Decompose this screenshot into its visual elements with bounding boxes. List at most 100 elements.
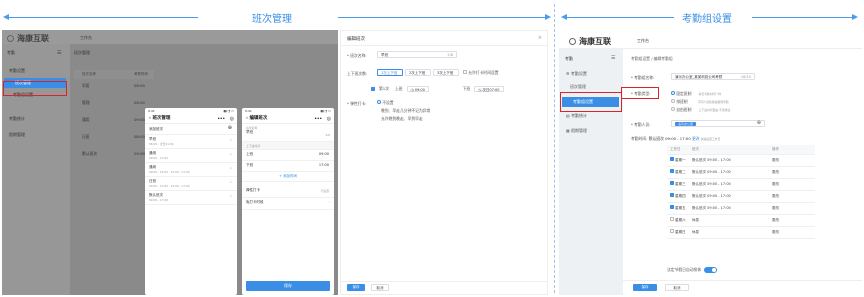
add-circle-icon[interactable]: ⊕ xyxy=(228,125,232,132)
flex-option-late[interactable]: 晚到、早走几分钟不记为异常 xyxy=(381,108,430,114)
change-link[interactable]: 更改 xyxy=(769,154,815,167)
type-free[interactable]: 自由班制 上下班时间自由,不需排班 xyxy=(671,107,730,113)
times-option-1[interactable]: 1次上下班 xyxy=(377,69,403,76)
left-side-item-settings[interactable]: 考勤设置 xyxy=(2,66,70,76)
flex-option-none[interactable]: 不设置 xyxy=(377,100,394,106)
left-table-row[interactable]: 通用 xyxy=(82,117,90,123)
type-shift[interactable]: 排班制 不同人员按排班规则考勤 xyxy=(671,99,729,105)
change-link[interactable]: 更改 xyxy=(769,202,815,215)
dialog-free-checkbox[interactable]: 允许打卡时间设置 xyxy=(463,70,499,76)
list-item[interactable]: 通用 09:00 - 12:00 · 13:00 - 17:00 ▫ xyxy=(145,163,237,177)
phone2-save-button[interactable]: 保存 xyxy=(246,281,330,291)
holiday-toggle[interactable] xyxy=(704,267,718,273)
type-fixed[interactable]: 固定班制 每天考勤时间一样 xyxy=(671,91,721,97)
table-row[interactable]: 星期四 默认班次 09:00 - 17:00 更改 xyxy=(667,190,815,203)
checkbox-icon[interactable] xyxy=(670,229,674,233)
member-tag[interactable]: 演示办公室 xyxy=(675,122,697,126)
phone2-flex-row[interactable]: 弹性打卡 不设置 xyxy=(242,186,334,198)
dialog-off-time[interactable]: ◷ 次日07:00 xyxy=(474,86,505,92)
edit-icon[interactable]: ▫ xyxy=(230,152,232,156)
highlight-groups-menu xyxy=(560,92,622,112)
left-table-row[interactable]: 日班 xyxy=(82,134,90,140)
phone2-on-row[interactable]: 上班 09:00 xyxy=(242,150,334,161)
table-row[interactable]: 星期三 默认班次 09:00 - 17:00 更改 xyxy=(667,178,815,191)
radio-icon[interactable] xyxy=(671,107,675,111)
table-row[interactable]: 星期一 默认班次 09:00 - 17:00 更改 xyxy=(667,154,815,167)
phone2-add-time[interactable]: + 添加时间 xyxy=(242,172,334,182)
left-workspace[interactable]: 工作台 xyxy=(80,35,92,41)
dialog-on-time[interactable]: ◷ 09:00 xyxy=(406,86,429,92)
edit-icon[interactable]: ▫ xyxy=(230,138,232,142)
group-name-input[interactable]: 演示办公室_某某科技公司考勤 18/15 xyxy=(671,73,755,80)
table-row[interactable]: 星期六 休息 更改 xyxy=(667,214,815,227)
phone2-off-row[interactable]: 下班 17:00 xyxy=(242,161,334,172)
left-table-row[interactable]: 管理 xyxy=(82,100,90,106)
edit-icon[interactable]: ▫ xyxy=(230,166,232,170)
checkbox-checked-icon[interactable] xyxy=(670,193,674,197)
times-option-3[interactable]: 3次上下班 xyxy=(433,69,459,76)
list-item[interactable]: 早班 06:00 - 次日01:00 ▫ xyxy=(145,135,237,149)
left-side-item-stats[interactable]: 考勤统计 xyxy=(2,114,70,124)
change-link[interactable]: 更改 xyxy=(769,190,815,203)
checkbox-checked-icon[interactable] xyxy=(670,169,674,173)
target-icon[interactable]: ◎ xyxy=(327,114,331,124)
brand-logo-icon xyxy=(569,38,576,45)
radio-icon[interactable] xyxy=(671,99,675,103)
menu-toggle-icon[interactable]: ☰ xyxy=(57,50,61,56)
table-row[interactable]: 星期二 默认班次 09:00 - 17:00 更改 xyxy=(667,166,815,179)
radio-selected-icon[interactable] xyxy=(671,91,675,95)
dialog-cancel-button[interactable]: 取消 xyxy=(371,284,389,291)
left-side-item-leave[interactable]: 假期管理 xyxy=(2,130,70,140)
checkbox-checked-icon[interactable] xyxy=(670,205,674,209)
phone2-name-value[interactable]: 早班 xyxy=(246,130,330,135)
dialog-save-button[interactable]: 保存 xyxy=(347,284,365,291)
change-link[interactable]: 更改 xyxy=(769,214,815,227)
phone1-add-row[interactable]: 添加班次 ⊕ xyxy=(145,124,237,135)
phone2-name-row[interactable]: 班次名称 早班 2/8 xyxy=(242,124,334,142)
right-side-item-settings[interactable]: ⚙ 考勤设置 xyxy=(559,69,623,79)
checkbox-checked-icon[interactable] xyxy=(371,87,375,91)
workday-table: 工作日 班次 操作 星期一 默认班次 09:00 - 17:00 更改 星期二 默认班… xyxy=(667,145,815,239)
menu-toggle-icon[interactable]: ☰ xyxy=(611,55,615,61)
right-side-item-shifts[interactable]: 班次管理 xyxy=(559,82,623,92)
checkbox-checked-icon[interactable] xyxy=(670,157,674,161)
checkbox-icon[interactable] xyxy=(670,217,674,221)
members-input[interactable]: 演示办公室 ⊕ xyxy=(671,120,765,127)
edit-icon[interactable]: ▫ xyxy=(230,180,232,184)
left-table-row[interactable]: 默认班次 xyxy=(82,151,97,157)
change-link[interactable]: 更改 xyxy=(769,226,815,239)
right-side-item-leave[interactable]: ▦ 假期管理 xyxy=(559,126,623,136)
times-option-2[interactable]: 2次上下班 xyxy=(405,69,431,76)
change-link[interactable]: 更改 xyxy=(769,178,815,191)
right-save-button[interactable]: 保存 xyxy=(633,284,657,291)
list-item[interactable]: 通用 09:00 - 17:00 ▫ xyxy=(145,149,237,163)
back-icon[interactable]: ‹ xyxy=(246,116,248,121)
target-icon[interactable]: ◎ xyxy=(230,114,234,124)
right-topbar: 海康互联 工作台 xyxy=(559,30,862,49)
col-shift: 班次 xyxy=(689,145,769,155)
radio-selected-icon[interactable] xyxy=(377,100,381,104)
add-member-icon[interactable]: ⊕ xyxy=(757,120,761,126)
brand-logo-icon xyxy=(7,35,14,42)
more-icon[interactable]: ••• xyxy=(217,114,225,124)
edit-icon[interactable]: ▫ xyxy=(230,194,232,198)
more-icon[interactable]: ••• xyxy=(314,114,322,124)
dialog-name-input[interactable]: 早班 2/8 xyxy=(377,51,457,58)
right-cancel-button[interactable]: 取消 xyxy=(665,284,689,291)
edit-shift-dialog: 编辑班次 × * 班次名称: 早班 2/8 上下班次数: 1次上下班 2次上下班 … xyxy=(340,30,548,295)
list-item[interactable]: 默认班次 09:00 - 17:00 ▫ xyxy=(145,191,237,205)
table-row[interactable]: 星期五 默认班次 09:00 - 17:00 更改 xyxy=(667,202,815,215)
close-icon[interactable]: × xyxy=(538,35,542,41)
list-item[interactable]: 日班 09:00 - 11:00 · 13:00 - 17:00 ▫ xyxy=(145,177,237,191)
left-table-row[interactable]: 早班 xyxy=(82,83,90,89)
right-workspace[interactable]: 工作台 xyxy=(637,38,649,44)
table-row[interactable]: 星期日 休息 更改 xyxy=(667,226,815,239)
change-link[interactable]: 更改 xyxy=(769,166,815,179)
checkbox-icon[interactable] xyxy=(463,70,467,74)
right-side-item-stats[interactable]: ▤ 考勤统计 xyxy=(559,111,623,121)
flex-option-shift[interactable]: 允许晚到晚走、早到早走 xyxy=(381,116,423,122)
back-icon[interactable]: ‹ xyxy=(149,116,151,121)
time-change-link[interactable]: 更改 xyxy=(692,136,700,141)
phone2-free-row[interactable]: 免打卡时段 › xyxy=(242,198,334,210)
checkbox-checked-icon[interactable] xyxy=(670,181,674,185)
